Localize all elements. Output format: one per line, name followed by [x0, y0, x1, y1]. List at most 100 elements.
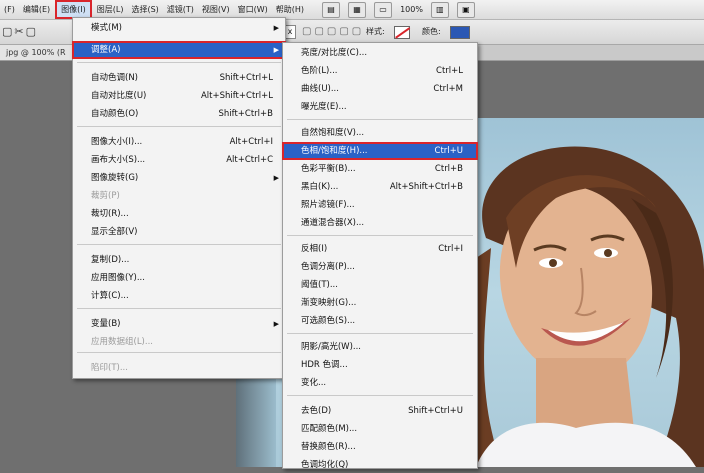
menu-item-shortcut: Ctrl+U — [434, 146, 463, 156]
menu-item-label: 去色(D) — [301, 406, 332, 416]
menu-item[interactable]: 图像旋转(G) ▶ — [73, 170, 285, 186]
style-label: 样式: — [366, 27, 385, 36]
menu-item[interactable]: 阴影/高光(W)... — [283, 339, 477, 355]
menu-item-label: 自动颜色(O) — [91, 109, 139, 119]
color-swatch[interactable] — [450, 26, 470, 39]
menu-item-shortcut: Shift+Ctrl+B — [218, 109, 273, 119]
image-menu: 模式(M) ▶ 调整(A) ▶ 自动色调(N) Shift+Ctrl+L 自动对比度(U) A… — [72, 17, 286, 379]
tool-preset-icons[interactable]: ▢✂▢ — [2, 25, 38, 38]
menu-separator — [77, 352, 281, 353]
menu-item[interactable]: 应用图像(Y)... — [73, 270, 285, 286]
document-tab[interactable]: jpg @ 100% (R — [0, 45, 72, 60]
menu-item[interactable]: 渐变映射(G)... — [283, 295, 477, 311]
menu-item[interactable]: HDR 色调... — [283, 357, 477, 373]
menu-item[interactable]: 变量(B) ▶ — [73, 316, 285, 332]
arrange-documents-icon[interactable]: ▥ — [430, 1, 449, 18]
menu-item-shortcut: Ctrl+M — [433, 84, 463, 94]
menu-item-shortcut: Alt+Ctrl+I — [229, 137, 273, 147]
menu-item[interactable]: 变化... — [283, 375, 477, 391]
menu-item-label: 裁切(R)... — [91, 209, 129, 219]
menu-item-label: 照片滤镜(F)... — [301, 200, 355, 210]
submenu-arrow-icon: ▶ — [273, 320, 279, 328]
menu-item-shortcut: Alt+Shift+Ctrl+L — [200, 91, 273, 101]
menu-item-shortcut: Ctrl+I — [438, 244, 463, 254]
color-label: 颜色: — [422, 27, 441, 36]
submenu-arrow-icon: ▶ — [273, 24, 279, 32]
menu-item-label: 通道混合器(X)... — [301, 218, 365, 228]
menu-item-label: 替换颜色(R)... — [301, 442, 356, 452]
submenu-arrow-icon: ▶ — [273, 46, 279, 54]
menu-item-label: 陷印(T)... — [91, 363, 128, 373]
menu-item-label: 变化... — [301, 378, 327, 388]
menu-item[interactable]: 去色(D) Shift+Ctrl+U — [283, 403, 477, 419]
menu-item[interactable]: 画布大小(S)... Alt+Ctrl+C — [73, 152, 285, 168]
menu-item[interactable]: 自动对比度(U) Alt+Shift+Ctrl+L — [73, 88, 285, 104]
menu-item[interactable]: 自动颜色(O) Shift+Ctrl+B — [73, 106, 285, 122]
menu-item-label: 阈值(T)... — [301, 280, 338, 290]
menu-item[interactable]: 色阶(L)... Ctrl+L — [283, 63, 477, 79]
menu-item: 裁剪(P) — [73, 188, 285, 204]
menu-item[interactable]: 亮度/对比度(C)... — [283, 45, 477, 61]
menu-item-label: 计算(C)... — [91, 291, 129, 301]
menu-item-label: 黑白(K)... — [301, 182, 339, 192]
menu-item[interactable]: 曲线(U)... Ctrl+M — [283, 81, 477, 97]
menu-item[interactable]: 色调均化(Q) — [283, 457, 477, 473]
zoom-level[interactable]: 100% — [400, 5, 423, 14]
menu-item[interactable]: 匹配颜色(M)... — [283, 421, 477, 437]
menu-item[interactable]: 替换颜色(R)... — [283, 439, 477, 455]
menu-item[interactable]: 色相/饱和度(H)... Ctrl+U — [282, 142, 478, 160]
menu-item-label: 变量(B) — [91, 319, 121, 329]
menu-item[interactable]: 通道混合器(X)... — [283, 215, 477, 231]
menu-item[interactable]: 自然饱和度(V)... — [283, 125, 477, 141]
minibridge-icon[interactable]: ▦ — [348, 1, 367, 18]
menu-item-label: 可选颜色(S)... — [301, 316, 356, 326]
menu-item-label: 应用数据组(L)... — [91, 337, 153, 347]
menu-item-label: 画布大小(S)... — [91, 155, 146, 165]
bridge-icon[interactable]: ▤ — [322, 1, 341, 18]
menu-item[interactable]: 反相(I) Ctrl+I — [283, 241, 477, 257]
path-mode-icons[interactable]: ▢▢▢▢▢ — [302, 26, 364, 37]
menu-item[interactable]: 自动色调(N) Shift+Ctrl+L — [73, 70, 285, 86]
menu-item[interactable]: 照片滤镜(F)... — [283, 197, 477, 213]
menu-item[interactable]: 色彩平衡(B)... Ctrl+B — [283, 161, 477, 177]
menu-item-label: 自动对比度(U) — [91, 91, 147, 101]
menu-item[interactable]: 裁切(R)... — [73, 206, 285, 222]
menu-item[interactable]: 色调分离(P)... — [283, 259, 477, 275]
menu-item[interactable]: 阈值(T)... — [283, 277, 477, 293]
menu-separator — [77, 62, 281, 63]
menu-item[interactable]: 计算(C)... — [73, 288, 285, 304]
menu-separator — [77, 244, 281, 245]
menu-item-shortcut: Shift+Ctrl+L — [219, 73, 273, 83]
submenu-arrow-icon: ▶ — [273, 174, 279, 182]
menu-separator — [77, 308, 281, 309]
menu-item-label: 曝光度(E)... — [301, 102, 347, 112]
view-extras-icon[interactable]: ▭ — [374, 1, 393, 18]
style-swatch[interactable] — [394, 26, 410, 39]
menu-item-label: 裁剪(P) — [91, 191, 120, 201]
adjustments-submenu: 亮度/对比度(C)... 色阶(L)... Ctrl+L 曲线(U)... Ctrl+M… — [282, 42, 478, 470]
menu-item[interactable]: 复制(D)... — [73, 252, 285, 268]
menu-separator — [287, 235, 473, 236]
menu-item: 陷印(T)... — [73, 360, 285, 376]
menu-item-label: 调整(A) — [91, 45, 121, 55]
menu-item[interactable]: 图像大小(I)... Alt+Ctrl+I — [73, 134, 285, 150]
menu-item[interactable]: 调整(A) ▶ — [72, 41, 286, 59]
menu-item[interactable]: 可选颜色(S)... — [283, 313, 477, 329]
menu-item-label: 阴影/高光(W)... — [301, 342, 362, 352]
menu-item-label: 自动色调(N) — [91, 73, 138, 83]
menu-item-label: HDR 色调... — [301, 360, 348, 370]
screen-mode-icon[interactable]: ▣ — [456, 1, 475, 18]
menu-item-shortcut: Ctrl+L — [436, 66, 463, 76]
menu-item-label: 色阶(L)... — [301, 66, 338, 76]
menu-separator — [287, 395, 473, 396]
menu-edit[interactable]: 编辑(E) — [19, 0, 54, 19]
menu-item-label: 反相(I) — [301, 244, 328, 254]
menu-file[interactable]: (F) — [0, 0, 19, 19]
menu-item[interactable]: 黑白(K)... Alt+Shift+Ctrl+B — [283, 179, 477, 195]
menu-item[interactable]: 显示全部(V) — [73, 224, 285, 240]
menu-item-shortcut: Alt+Shift+Ctrl+B — [389, 182, 463, 192]
menu-item-label: 图像大小(I)... — [91, 137, 143, 147]
menu-item-label: 显示全部(V) — [91, 227, 138, 237]
menu-item[interactable]: 模式(M) ▶ — [73, 20, 285, 36]
menu-item[interactable]: 曝光度(E)... — [283, 99, 477, 115]
